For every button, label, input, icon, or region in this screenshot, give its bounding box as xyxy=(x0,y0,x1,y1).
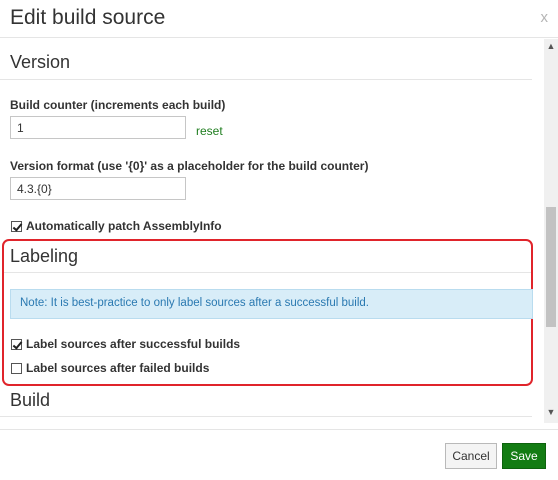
scrollbar[interactable]: ▲ ▼ xyxy=(544,39,558,423)
section-title-labeling: Labeling xyxy=(10,246,79,266)
patch-assemblyinfo-checkbox[interactable] xyxy=(11,220,22,232)
version-format-input[interactable] xyxy=(10,177,186,200)
label-failed-label: Label sources after failed builds xyxy=(26,361,210,375)
label-success-label: Label sources after successful builds xyxy=(26,337,241,351)
build-counter-input[interactable] xyxy=(10,116,186,139)
version-format-label: Version format (use '{0}' as a placehold… xyxy=(10,159,369,173)
label-success-row[interactable]: Label sources after successful builds xyxy=(11,337,240,351)
reset-link[interactable]: reset xyxy=(196,124,223,138)
cancel-button[interactable]: Cancel xyxy=(445,443,497,469)
section-divider xyxy=(4,272,531,273)
dialog-header: Edit build source x xyxy=(0,0,558,38)
close-icon[interactable]: x xyxy=(541,10,549,25)
patch-assemblyinfo-row[interactable]: Automatically patch AssemblyInfo xyxy=(11,219,222,233)
label-failed-row[interactable]: Label sources after failed builds xyxy=(11,361,209,375)
dialog-title: Edit build source xyxy=(10,6,166,29)
scroll-down-icon[interactable]: ▼ xyxy=(544,405,558,419)
best-practice-note: Note: It is best-practice to only label … xyxy=(10,289,533,319)
dialog-footer: Cancel Save xyxy=(0,429,558,480)
section-title-build: Build xyxy=(10,390,51,410)
scroll-up-icon[interactable]: ▲ xyxy=(544,39,558,53)
scrollbar-thumb[interactable] xyxy=(546,207,556,327)
section-title-version: Version xyxy=(10,52,71,72)
label-failed-checkbox[interactable] xyxy=(11,362,22,374)
build-counter-label: Build counter (increments each build) xyxy=(10,98,226,112)
label-success-checkbox[interactable] xyxy=(11,338,22,350)
patch-assemblyinfo-label: Automatically patch AssemblyInfo xyxy=(26,219,222,233)
section-divider xyxy=(0,79,532,80)
dialog-body: Version Build counter (increments each b… xyxy=(0,39,544,423)
section-divider xyxy=(0,416,532,417)
save-button[interactable]: Save xyxy=(502,443,546,469)
